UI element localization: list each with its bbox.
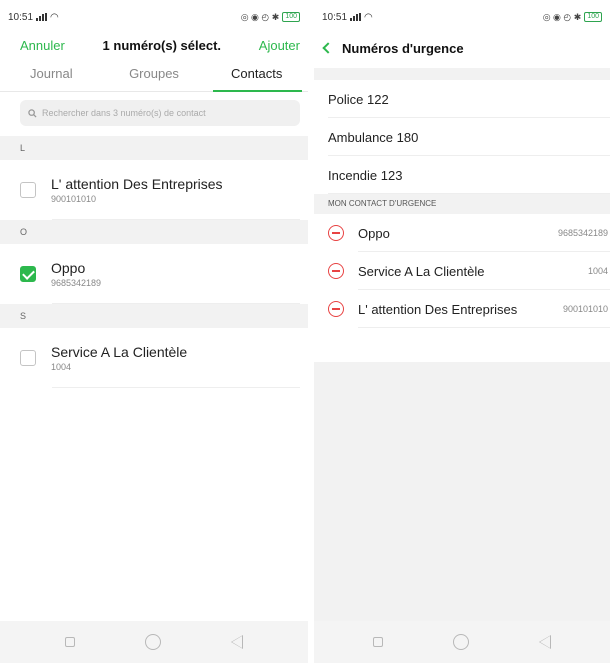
back-arrow-icon[interactable] (322, 42, 334, 54)
page-title: Numéros d'urgence (342, 40, 464, 56)
status-icons: ◎ ◉ ◴ ✱ (240, 11, 280, 22)
signal-icon (350, 13, 362, 21)
source-tabs: Journal Groupes Contacts (0, 56, 308, 92)
status-time: 10:51 (8, 11, 34, 23)
contact-row[interactable]: Service A La Clientèle 1004 (0, 328, 308, 388)
search-input[interactable]: Rechercher dans 3 numéro(s) de contact (20, 100, 300, 126)
cancel-button[interactable]: Annuler (20, 38, 65, 53)
emergency-contact-row[interactable]: L' attention Des Entreprises 900101010 (314, 290, 610, 328)
home-icon[interactable] (145, 634, 161, 650)
contact-number: 9685342189 (51, 278, 102, 288)
navigation-bar (314, 621, 610, 663)
home-icon[interactable] (453, 634, 469, 650)
section-header-emergency-contacts: MON CONTACT D'URGENCE (314, 194, 610, 214)
contact-number: 900101010 (51, 194, 97, 204)
contact-number: 1004 (587, 266, 608, 276)
emergency-contact-row[interactable]: Oppo 9685342189 (314, 214, 610, 252)
emergency-number-row[interactable]: Incendie 123 (314, 156, 610, 194)
recent-apps-icon[interactable] (373, 637, 383, 647)
contact-picker-screen: 10:51 ◠ ◎ ◉ ◴ ✱ 100 Annuler 1 numéro(s) … (0, 0, 308, 663)
signal-icon (36, 13, 48, 21)
spacer (314, 68, 610, 80)
back-icon[interactable] (231, 635, 243, 649)
section-header-l: L (0, 136, 308, 160)
recent-apps-icon[interactable] (65, 637, 75, 647)
checkbox[interactable] (20, 350, 36, 366)
back-icon[interactable] (539, 635, 551, 649)
tab-journal[interactable]: Journal (0, 56, 103, 91)
contact-name: Oppo (51, 260, 86, 276)
emergency-contact-row[interactable]: Service A La Clientèle 1004 (314, 252, 610, 290)
remove-icon[interactable] (328, 225, 344, 241)
contact-name: Service A La Clientèle (51, 344, 188, 360)
contact-row[interactable]: L' attention Des Entreprises 900101010 (0, 160, 308, 220)
search-placeholder: Rechercher dans 3 numéro(s) de contact (42, 108, 206, 118)
contact-number: 9685342189 (557, 228, 608, 238)
contact-row[interactable]: Oppo 9685342189 (0, 244, 308, 304)
selection-count-title: 1 numéro(s) sélect. (102, 37, 222, 53)
page-header: Numéros d'urgence (314, 34, 610, 62)
wifi-icon: ◠ (364, 11, 373, 23)
contact-number: 1004 (51, 362, 72, 372)
status-bar: 10:51 ◠ ◎ ◉ ◴ ✱ 100 (314, 0, 610, 34)
emergency-number-row[interactable]: Ambulance 180 (314, 118, 610, 156)
contact-number: 900101010 (562, 304, 608, 314)
selection-header: Annuler 1 numéro(s) sélect. Ajouter (0, 34, 308, 56)
section-header-s: S (0, 304, 308, 328)
checkbox-checked[interactable] (20, 266, 36, 282)
contact-name: L' attention Des Entreprises (51, 176, 223, 192)
status-icons: ◎ ◉ ◴ ✱ (542, 11, 582, 22)
search-icon (28, 108, 37, 118)
emergency-number-row[interactable]: Police 122 (314, 80, 610, 118)
remove-icon[interactable] (328, 263, 344, 279)
battery-icon: 100 (282, 12, 300, 22)
emergency-numbers-screen: 10:51 ◠ ◎ ◉ ◴ ✱ 100 Numéros d'urgence Po… (314, 0, 610, 663)
contact-name: L' attention Des Entreprises (358, 301, 518, 317)
contact-name: Oppo (358, 225, 390, 241)
battery-icon: 100 (584, 12, 602, 22)
checkbox[interactable] (20, 182, 36, 198)
status-bar: 10:51 ◠ ◎ ◉ ◴ ✱ 100 (0, 0, 308, 34)
add-button[interactable]: Ajouter (259, 38, 300, 53)
section-header-o: O (0, 220, 308, 244)
wifi-icon: ◠ (50, 11, 59, 23)
contact-name: Service A La Clientèle (358, 263, 485, 279)
remove-icon[interactable] (328, 301, 344, 317)
navigation-bar (0, 621, 308, 663)
empty-area (314, 362, 610, 621)
tab-groups[interactable]: Groupes (103, 56, 206, 91)
tab-contacts[interactable]: Contacts (205, 56, 308, 92)
status-time: 10:51 (322, 11, 348, 23)
